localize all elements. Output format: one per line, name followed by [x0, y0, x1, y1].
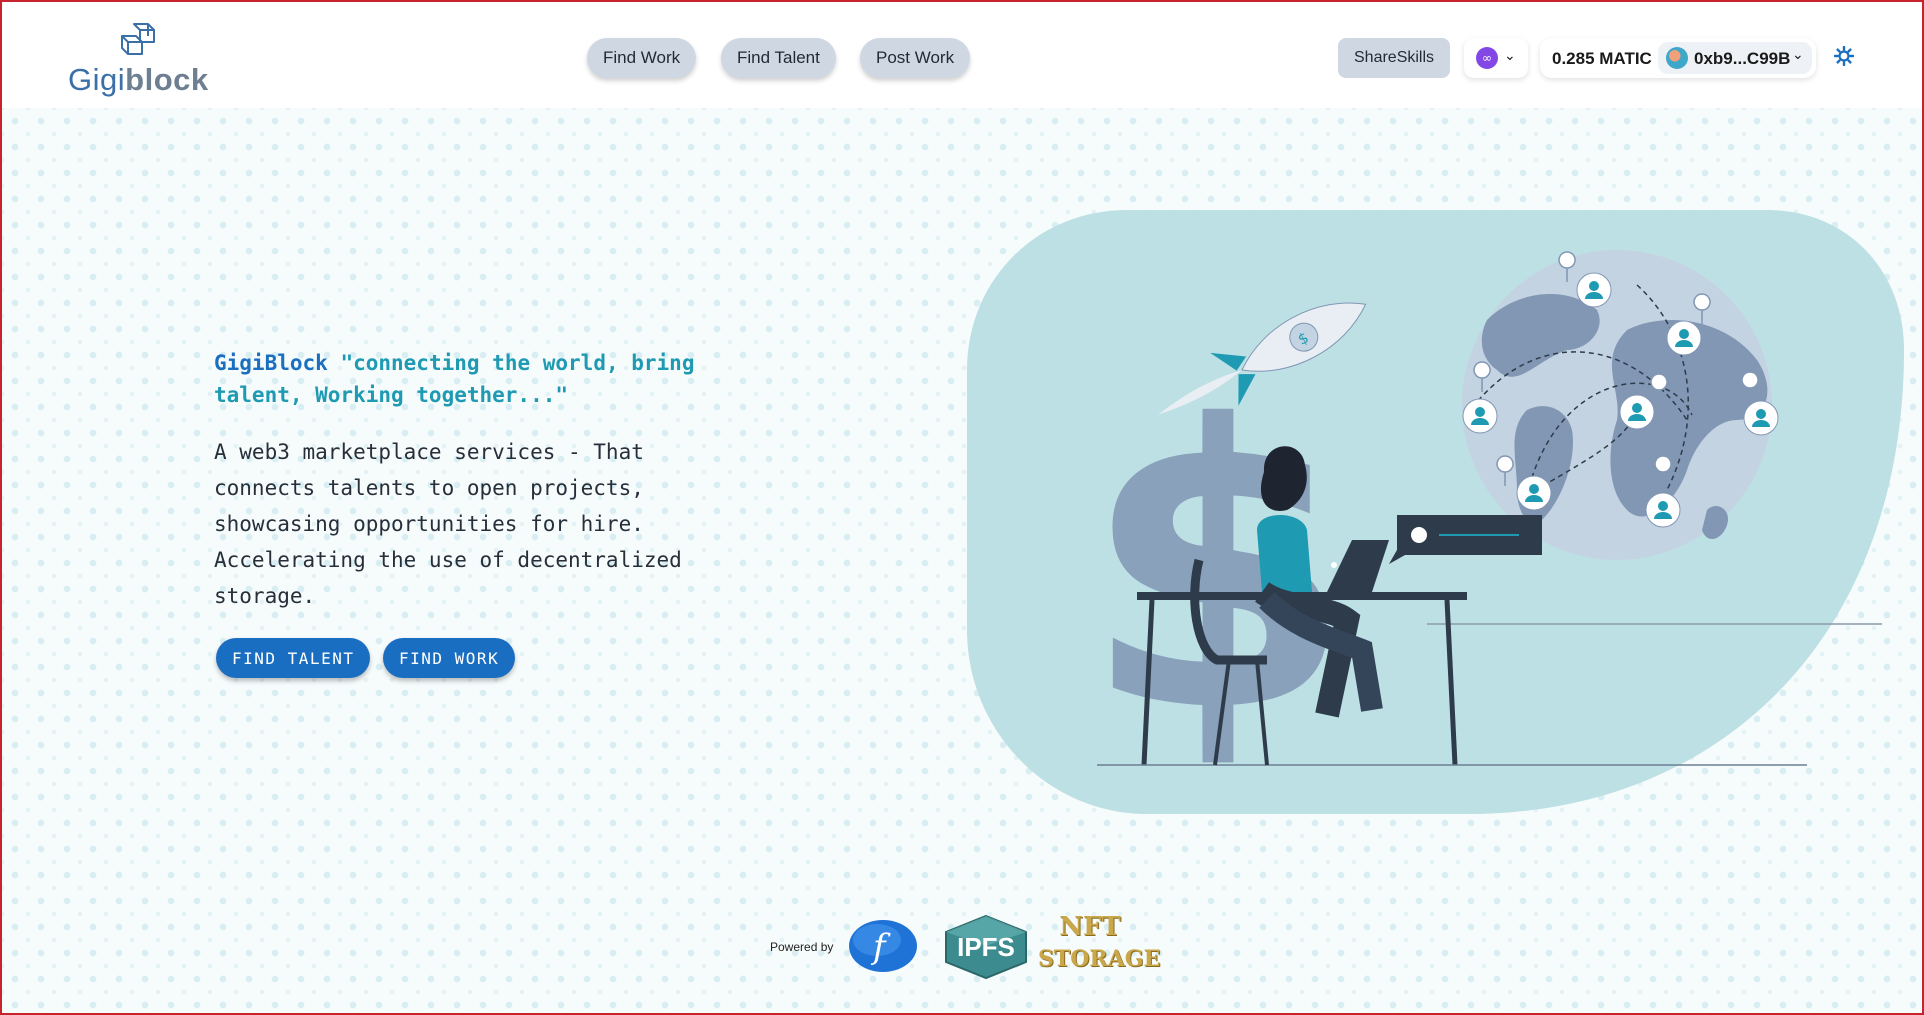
- wallet-balance: 0.285 MATIC: [1552, 49, 1652, 68]
- logo-text-part2: block: [125, 62, 209, 97]
- top-navbar: Gigiblock Find Work Find Talent Post Wor…: [2, 2, 1922, 108]
- chevron-down-icon: ⌄: [1792, 47, 1804, 63]
- nav-find-work-button[interactable]: Find Work: [587, 38, 697, 78]
- gigiblock-logo[interactable]: Gigiblock: [68, 22, 218, 97]
- hero-heading: GigiBlock "connecting the world, bring t…: [214, 347, 754, 411]
- nav-post-work-button[interactable]: Post Work: [860, 38, 971, 78]
- theme-toggle-icon[interactable]: [1834, 46, 1854, 66]
- find-talent-button[interactable]: FIND TALENT: [216, 638, 371, 678]
- ipfs-logo: IPFS: [945, 914, 1027, 980]
- network-selector[interactable]: ∞ ⌄: [1464, 38, 1528, 78]
- address-pill[interactable]: 0xb9...C99B ⌄: [1658, 42, 1812, 74]
- avatar: [1666, 47, 1688, 69]
- cubes-icon: [121, 23, 155, 55]
- logo-wordmark: Gigiblock: [68, 62, 209, 98]
- filecoin-logo: f: [849, 920, 917, 972]
- logo-text-part1: Gigi: [68, 62, 126, 97]
- find-work-button[interactable]: FIND WORK: [383, 638, 516, 678]
- polygon-icon: ∞: [1476, 47, 1498, 69]
- storage-label: STORAGE: [1038, 946, 1161, 972]
- hero-description: A web3 marketplace services - That conne…: [214, 440, 682, 608]
- nft-label: NFT: [1059, 912, 1121, 942]
- nav-find-talent-button[interactable]: Find Talent: [721, 38, 836, 78]
- svg-text:$: $: [1082, 343, 1353, 797]
- nft-storage-logo: NFT STORAGE: [1038, 912, 1161, 984]
- ipfs-label: IPFS: [957, 932, 1015, 962]
- hero-brand-name: GigiBlock: [214, 351, 328, 375]
- hero-illustration: $ $: [967, 210, 1904, 814]
- shareskills-button[interactable]: ShareSkills: [1338, 38, 1451, 78]
- wallet-address: 0xb9...C99B: [1694, 49, 1791, 68]
- account-button[interactable]: 0.285 MATIC 0xb9...C99B ⌄: [1540, 38, 1816, 78]
- powered-by-label: Powered by: [770, 940, 834, 954]
- chevron-down-icon: ⌄: [1504, 48, 1516, 64]
